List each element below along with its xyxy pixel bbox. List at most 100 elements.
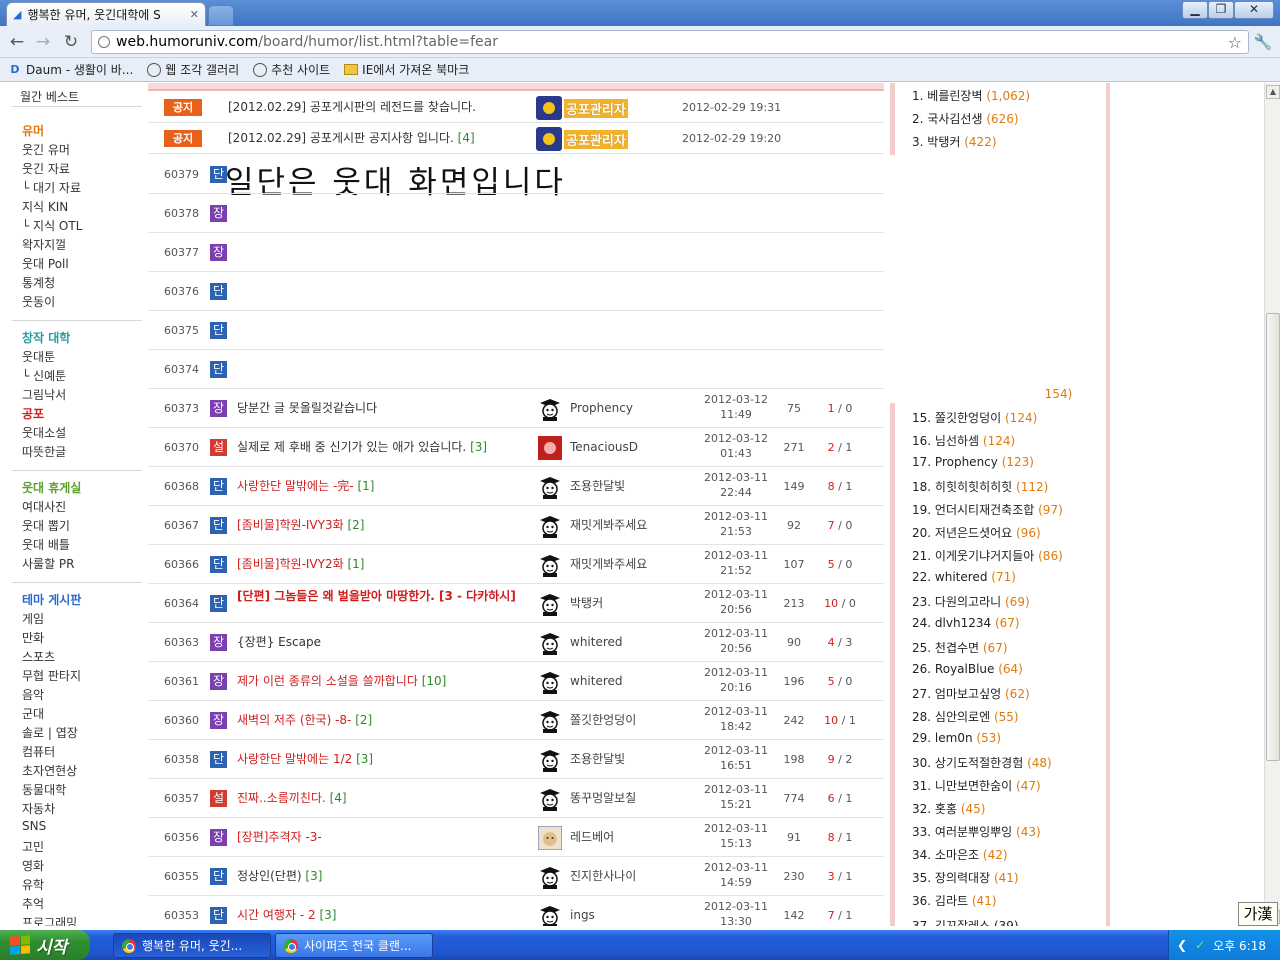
table-row[interactable]: 60376 단 [148, 272, 884, 311]
table-row[interactable]: 60370 설 실제로 제 후배 중 신기가 있는 애가 있습니다. [3] Tena… [148, 428, 884, 467]
table-row[interactable]: 60363 장 {장편} Escape whitered 2012-03-11 20:5… [148, 623, 884, 662]
nav-item[interactable]: 군대 [22, 705, 44, 722]
nav-item[interactable]: 영화 [22, 857, 44, 874]
ranking-item[interactable]: 21. 이게웃기냐거지들아 (86) [912, 547, 1063, 564]
address-bar[interactable]: web.humoruniv.com/board/humor/list.html?… [91, 30, 1249, 54]
ranking-item[interactable]: 37. 김꼬잘레스 (39) [912, 917, 1019, 926]
nav-item[interactable]: 컴퓨터 [22, 743, 55, 760]
new-tab-button[interactable] [208, 5, 234, 26]
post-title[interactable]: [장편]추격자 -3- [237, 818, 537, 857]
post-author[interactable]: 조용한달빛 [570, 740, 625, 779]
ranking-item[interactable]: 33. 여러분뿌잉뿌잉 (43) [912, 823, 1041, 840]
post-title[interactable]: 진짜..소름끼친다. [4] [237, 779, 537, 818]
nav-item[interactable]: 초자연현상 [22, 762, 77, 779]
nav-item[interactable]: 웃동이 [22, 293, 55, 310]
tray-app-icon[interactable]: ✓ [1195, 938, 1205, 952]
nav-item[interactable]: 스포츠 [22, 648, 55, 665]
reload-icon[interactable]: ↻ [60, 32, 82, 52]
ranking-item[interactable]: 22. whitered (71) [912, 570, 1016, 584]
post-title[interactable]: {장편} Escape [237, 623, 537, 662]
ranking-item[interactable]: 29. lem0n (53) [912, 731, 1001, 745]
nav-item[interactable]: 웃긴 유머 [22, 141, 70, 158]
ranking-item[interactable]: 24. dlvh1234 (67) [912, 616, 1020, 630]
wrench-icon[interactable]: 🔧 [1252, 32, 1274, 52]
nav-item[interactable]: 웃대소설 [22, 424, 66, 441]
nav-section-title[interactable]: 창작 대학 [22, 329, 70, 346]
nav-item[interactable]: 사룰할 PR [22, 555, 75, 572]
post-title[interactable] [237, 194, 537, 233]
notice-author[interactable]: 공포관리자 [536, 96, 628, 120]
nav-item[interactable]: 왁자지껄 [22, 236, 66, 253]
tray-arrow-icon[interactable]: ❮ [1177, 938, 1187, 952]
scroll-up-icon[interactable]: ▲ [1266, 85, 1280, 99]
post-author[interactable]: 박탱커 [570, 584, 603, 623]
bookmark-recommended[interactable]: 추천 사이트 [253, 61, 330, 78]
table-row[interactable]: 60353 단 시간 여행자 - 2 [3] ings 2012-03-11 13:30 1… [148, 896, 884, 926]
post-title[interactable]: [좀비물]학원-IVY3화 [2] [237, 506, 537, 545]
nav-item[interactable]: 게임 [22, 610, 44, 627]
post-author[interactable]: 레드베어 [570, 818, 614, 857]
table-row[interactable]: 60367 단 [좀비물]학원-IVY3화 [2] 재밋게봐주세요 2012-03-11… [148, 506, 884, 545]
ranking-item[interactable]: 18. 히힛히힛히히힛 (112) [912, 478, 1048, 495]
table-row[interactable]: 60355 단 정상인(단편) [3] 진지한사나이 2012-03-11 14:59 23… [148, 857, 884, 896]
nav-item[interactable]: 그림낙서 [22, 386, 66, 403]
nav-item[interactable]: 고민 [22, 838, 44, 855]
table-row[interactable]: 60360 장 새벽의 저주 (한국) -8- [2] 쫄깃한엉덩이 2012-03-1… [148, 701, 884, 740]
nav-item[interactable]: 공포 [22, 405, 44, 422]
nav-section-title[interactable]: 유머 [22, 122, 44, 139]
nav-item[interactable]: 솔로 | 엽장 [22, 724, 78, 741]
post-title[interactable] [237, 233, 537, 272]
nav-item[interactable]: 유학 [22, 876, 44, 893]
maximize-icon[interactable]: ❐ [1208, 1, 1234, 19]
post-title[interactable]: 사랑한단 말밖에는 -完- [1] [237, 467, 537, 506]
nav-item[interactable]: SNS [22, 819, 46, 833]
ranking-item[interactable]: 17. Prophency (123) [912, 455, 1034, 469]
ranking-item[interactable]: 26. RoyalBlue (64) [912, 662, 1023, 676]
nav-item[interactable]: 자동차 [22, 800, 55, 817]
nav-item[interactable]: 동물대학 [22, 781, 66, 798]
notice-author[interactable]: 공포관리자 [536, 127, 628, 151]
post-author[interactable]: Prophency [570, 389, 633, 428]
post-author[interactable]: ings [570, 896, 595, 926]
ranking-item[interactable]: 34. 소마은조 (42) [912, 846, 1008, 863]
notice-row[interactable]: 공지 [2012.02.29] 공포게시판의 레전드를 찾습니다. 공포관리자 20… [148, 92, 884, 123]
tab-close-icon[interactable]: ✕ [190, 8, 199, 21]
nav-section-title[interactable]: 테마 게시판 [22, 591, 81, 608]
browser-tab-active[interactable]: ◢ 행복한 유머, 웃긴대학에 S ✕ [6, 2, 206, 26]
post-author[interactable]: 똥꾸멍알보칠 [570, 779, 636, 818]
post-title[interactable] [237, 311, 537, 350]
nav-item[interactable]: 웃대 배틀 [22, 536, 70, 553]
nav-item[interactable]: 지식 KIN [22, 198, 68, 215]
start-button[interactable]: 시작 [0, 930, 90, 960]
nav-item[interactable]: 음악 [22, 686, 44, 703]
nav-monthly-best[interactable]: 월간 베스트 [20, 88, 79, 105]
table-row[interactable]: 60377 장 [148, 233, 884, 272]
table-row[interactable]: 60378 장 [148, 194, 884, 233]
table-row[interactable]: 60364 단 [단편] 그놈들은 왜 벌을받아 마땅한가. [3 - 다카하시] … [148, 584, 884, 623]
vertical-scrollbar[interactable]: ▲ ▼ [1264, 83, 1280, 926]
forward-arrow-icon[interactable]: → [32, 32, 54, 52]
ranking-item[interactable]: 35. 장의력대장 (41) [912, 869, 1019, 886]
nav-item[interactable]: 웃긴 자료 [22, 160, 70, 177]
nav-section-title[interactable]: 웃대 휴게실 [22, 479, 81, 496]
post-title[interactable]: 사랑한단 말밖에는 1/2 [3] [237, 740, 537, 779]
ranking-item[interactable]: 27. 엄마보고싶엉 (62) [912, 685, 1030, 702]
notice-row[interactable]: 공지 [2012.02.29] 공포게시판 공지사항 입니다. [4] 공포관리자 2… [148, 123, 884, 154]
table-row[interactable]: 60361 장 제가 이런 종류의 소설을 쓸까합니다 [10] whitered 20… [148, 662, 884, 701]
table-row[interactable]: 60357 설 진짜..소름끼친다. [4] 똥꾸멍알보칠 2012-03-11 15:2… [148, 779, 884, 818]
ranking-item[interactable]: 15. 쫄깃한엉덩이 (124) [912, 409, 1037, 426]
scroll-thumb[interactable] [1266, 313, 1280, 761]
ranking-item[interactable]: 2. 국사김선생 (626) [912, 110, 1019, 127]
post-title[interactable]: 정상인(단편) [3] [237, 857, 537, 896]
ranking-item[interactable]: 32. 홋홍 (45) [912, 800, 985, 817]
post-author[interactable]: TenaciousD [570, 428, 638, 467]
nav-item[interactable]: 웃대툰 [22, 348, 55, 365]
bookmark-ie-folder[interactable]: IE에서 가져온 북마크 [344, 61, 469, 78]
nav-item[interactable]: └ 지식 OTL [22, 217, 82, 234]
nav-item[interactable]: 무협 판타지 [22, 667, 81, 684]
ranking-item[interactable]: 31. 니만보면한숨이 (47) [912, 777, 1041, 794]
table-row[interactable]: 60379 단 [148, 155, 884, 194]
nav-item[interactable]: 따뜻한글 [22, 443, 66, 460]
taskbar-item-humoruniv[interactable]: 행복한 유머, 웃긴... [113, 933, 271, 958]
post-title[interactable]: [좀비물]학원-IVY2화 [1] [237, 545, 537, 584]
